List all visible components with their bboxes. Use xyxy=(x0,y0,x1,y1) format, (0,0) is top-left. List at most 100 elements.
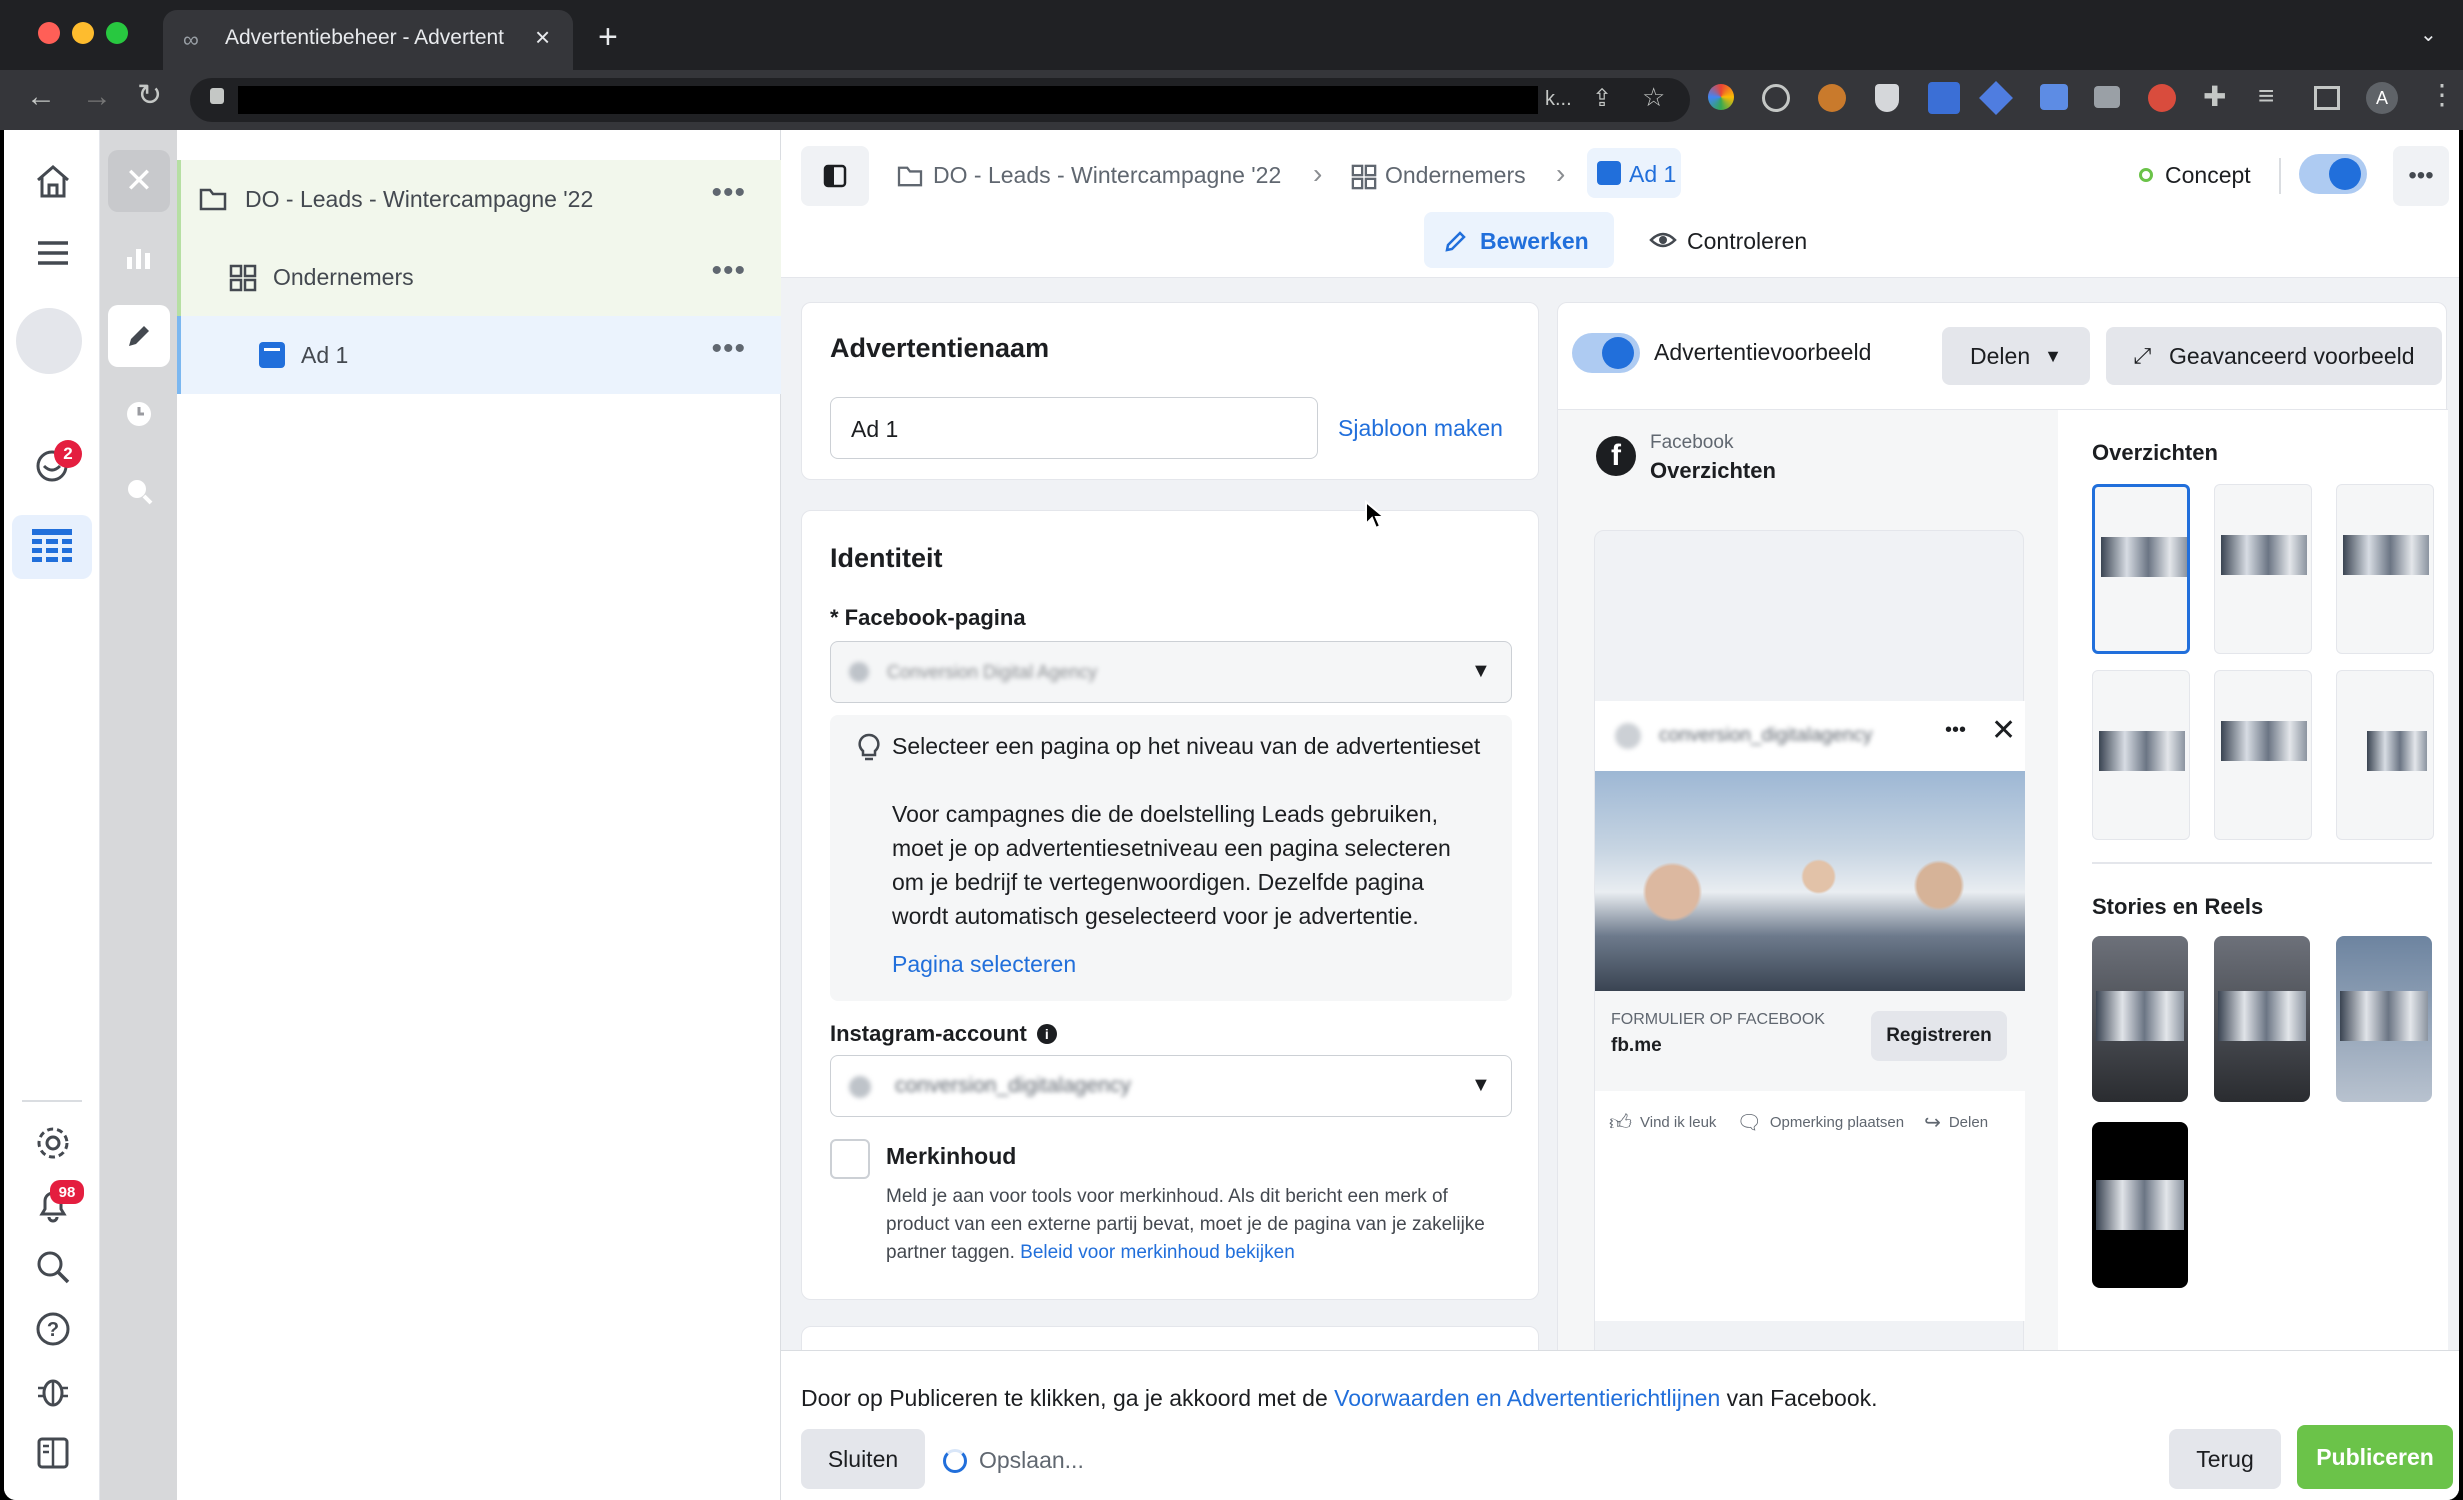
feed-preview-pane: f Facebook Overzichten conversion_digita… xyxy=(1558,410,2058,1480)
placement-thumb-feed-3[interactable] xyxy=(2336,484,2434,654)
adset-more-icon[interactable]: ••• xyxy=(711,254,746,288)
close-window-button[interactable] xyxy=(38,22,60,44)
publish-button[interactable]: Publiceren xyxy=(2297,1425,2453,1489)
close-tab-icon[interactable]: × xyxy=(535,22,550,53)
select-page-link[interactable]: Pagina selecteren xyxy=(892,951,1076,978)
advanced-preview-button[interactable]: ⤢ Geavanceerd voorbeeld xyxy=(2106,327,2442,385)
placement-thumb-story-2[interactable] xyxy=(2214,936,2310,1102)
reading-list-icon[interactable]: ≡ xyxy=(2258,80,2274,112)
info-icon[interactable]: i xyxy=(1036,1024,1057,1044)
ad-active-toggle[interactable] xyxy=(2299,154,2367,194)
tip-body: Voor campagnes die de doelstelling Leads… xyxy=(892,801,1451,929)
extension-red-icon[interactable] xyxy=(2148,84,2176,112)
extension-ball-icon[interactable] xyxy=(1818,84,1846,112)
close-button[interactable]: Sluiten xyxy=(801,1429,925,1489)
extension-eye-icon[interactable] xyxy=(1762,84,1790,112)
eye-icon xyxy=(1649,232,1677,248)
extensions-puzzle-icon[interactable]: ✚ xyxy=(2203,80,2226,113)
forward-icon[interactable]: → xyxy=(82,80,112,114)
reload-icon[interactable]: ↻ xyxy=(137,78,162,113)
side-panel-icon[interactable] xyxy=(2314,86,2340,110)
tab-edit[interactable]: Bewerken xyxy=(1424,212,1614,268)
minimize-window-button[interactable] xyxy=(72,22,94,44)
breadcrumb-campaign[interactable]: DO - Leads - Wintercampagne '22 xyxy=(933,162,1281,189)
menu-icon[interactable] xyxy=(34,234,72,272)
bookmark-star-icon[interactable]: ☆ xyxy=(1642,82,1665,113)
account-avatar[interactable] xyxy=(16,308,82,374)
ad-more-icon[interactable]: ••• xyxy=(711,332,746,366)
tab-search-icon[interactable]: ⌄ xyxy=(2420,22,2437,47)
collapse-panel-button[interactable] xyxy=(801,146,869,206)
home-icon[interactable] xyxy=(34,162,72,200)
placement-thumb-feed-4[interactable] xyxy=(2092,670,2190,840)
brand-policy-link[interactable]: Beleid voor merkinhoud bekijken xyxy=(1020,1242,1295,1263)
search-icon[interactable] xyxy=(34,1248,72,1286)
breadcrumb-chevron-icon: › xyxy=(1313,158,1323,189)
inspect-button[interactable] xyxy=(108,460,170,522)
placement-thumb-feed-6[interactable] xyxy=(2336,670,2434,840)
maximize-window-button[interactable] xyxy=(106,22,128,44)
campaign-more-icon[interactable]: ••• xyxy=(711,176,746,210)
brand-content-checkbox[interactable] xyxy=(830,1139,870,1179)
address-bar[interactable]: k... ⇪ ☆ xyxy=(190,78,1690,122)
breadcrumb-ad[interactable]: Ad 1 xyxy=(1587,148,1681,198)
extension-shield-icon[interactable] xyxy=(1875,84,1899,112)
dropdown-caret-icon: ▼ xyxy=(1471,660,1491,682)
preview-platform: Facebook xyxy=(1650,432,1734,453)
extension-tag-icon[interactable] xyxy=(1979,81,2013,115)
new-tab-icon[interactable]: + xyxy=(598,18,618,57)
breadcrumb-adset[interactable]: Ondernemers xyxy=(1385,162,1526,189)
placement-thumb-story-3[interactable] xyxy=(2336,936,2432,1102)
browser-menu-icon[interactable]: ⋮ xyxy=(2428,78,2456,111)
edit-pencil-icon xyxy=(1445,231,1466,252)
more-icon: ••• xyxy=(2408,162,2434,189)
facebook-page-select[interactable]: Conversion Digital Agency ▼ xyxy=(830,641,1512,703)
saving-status: Opslaan... xyxy=(979,1447,1084,1473)
breadcrumb-adset-icon xyxy=(1351,164,1377,190)
instagram-account-value: conversion_digitalagency xyxy=(895,1074,1131,1097)
instagram-account-select[interactable]: conversion_digitalagency ▼ xyxy=(830,1055,1512,1117)
tree-campaign-row[interactable]: DO - Leads - Wintercampagne '22 ••• xyxy=(177,160,781,238)
ad-name-input[interactable]: Ad 1 xyxy=(830,397,1318,459)
placement-thumb-feed-2[interactable] xyxy=(2214,484,2312,654)
share-page-icon[interactable]: ⇪ xyxy=(1592,84,1612,113)
placement-thumb-reel-1[interactable] xyxy=(2092,1122,2188,1288)
terms-link[interactable]: Voorwaarden en Advertentierichtlijnen xyxy=(1334,1385,1720,1411)
create-template-link[interactable]: Sjabloon maken xyxy=(1338,415,1503,442)
back-button[interactable]: Terug xyxy=(2169,1429,2281,1489)
profile-avatar[interactable]: A xyxy=(2366,82,2398,114)
ads-manager-app: 2 98 ? ✕ DO - Leads - Wintercampagne '22… xyxy=(4,130,2459,1500)
post-more-icon[interactable]: ••• xyxy=(1945,719,1966,742)
bug-report-icon[interactable] xyxy=(34,1372,72,1410)
extension-color-icon[interactable] xyxy=(1708,84,1734,110)
extension-code-icon[interactable] xyxy=(1928,82,1960,114)
performance-button[interactable] xyxy=(108,225,170,287)
edit-mode-button[interactable] xyxy=(108,305,170,367)
tab-review[interactable]: Controleren xyxy=(1631,212,1811,268)
editor-header: DO - Leads - Wintercampagne '22 › Ondern… xyxy=(781,130,2459,278)
browser-tab[interactable]: ∞ Advertentiebeheer - Advertent × xyxy=(163,10,573,70)
more-options-button[interactable]: ••• xyxy=(2393,146,2449,206)
history-button[interactable] xyxy=(108,383,170,445)
brand-content-body: Meld je aan voor tools voor merkinhoud. … xyxy=(886,1186,1485,1263)
back-icon[interactable]: ← xyxy=(26,80,56,114)
tree-adset-row[interactable]: Ondernemers ••• xyxy=(177,238,781,316)
settings-gear-icon[interactable] xyxy=(34,1124,72,1162)
placement-thumb-feed-5[interactable] xyxy=(2214,670,2312,840)
comment-action[interactable]: Opmerking plaatsen xyxy=(1770,1114,1904,1131)
extension-window-icon[interactable] xyxy=(2040,84,2068,110)
share-action[interactable]: Delen xyxy=(1949,1114,1988,1131)
like-action[interactable]: Vind ik leuk xyxy=(1640,1114,1716,1131)
campaigns-table-nav[interactable] xyxy=(12,515,92,579)
placement-thumb-story-1[interactable] xyxy=(2092,936,2188,1102)
share-preview-button[interactable]: Delen ▼ xyxy=(1942,327,2090,385)
register-cta-button[interactable]: Registreren xyxy=(1871,1011,2007,1061)
help-icon[interactable]: ? xyxy=(34,1310,72,1348)
placement-thumb-feed-1[interactable] xyxy=(2092,484,2190,654)
preview-toggle[interactable] xyxy=(1572,333,1640,373)
post-close-icon[interactable]: ✕ xyxy=(1991,713,2016,748)
close-editor-button[interactable]: ✕ xyxy=(108,150,170,212)
tree-ad-row[interactable]: Ad 1 ••• xyxy=(177,316,781,394)
panel-toggle-icon[interactable] xyxy=(34,1434,72,1472)
extension-camera-icon[interactable] xyxy=(2094,86,2120,108)
